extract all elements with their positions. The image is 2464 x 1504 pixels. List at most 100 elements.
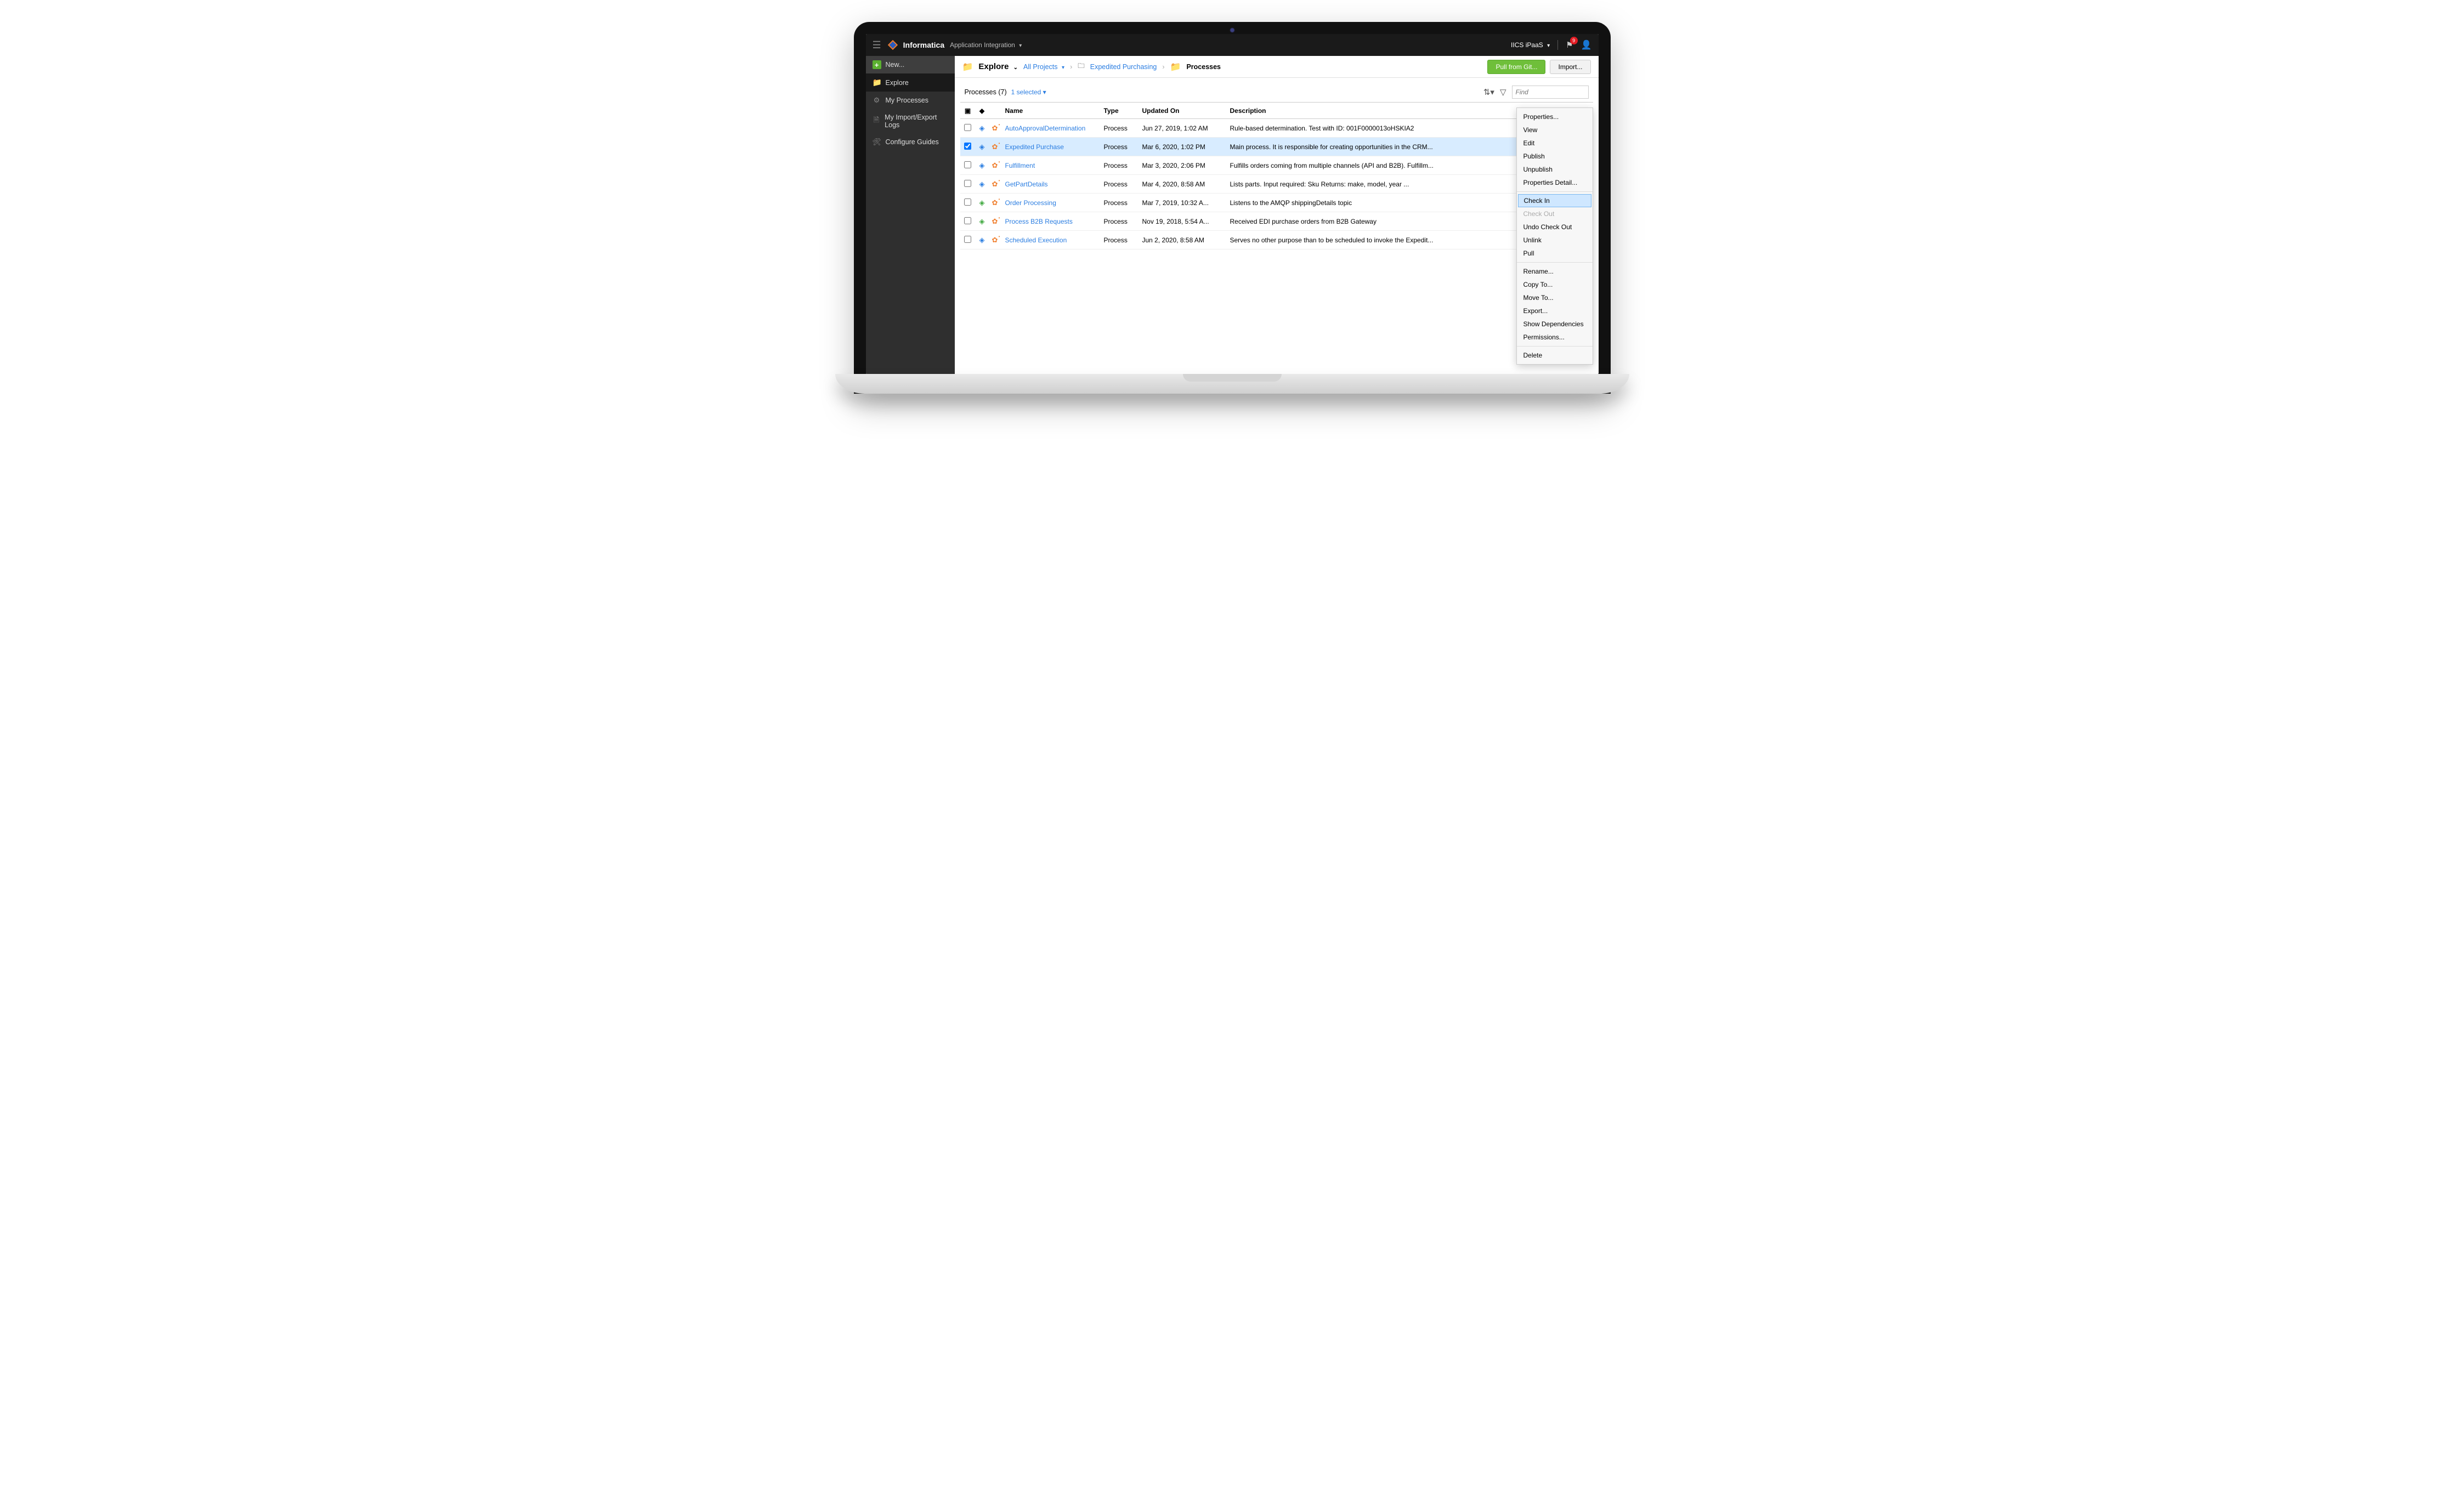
chevron-down-icon: ▾	[1547, 43, 1550, 49]
context-menu-item[interactable]: Move To...	[1517, 291, 1593, 304]
breadcrumb-dropdown[interactable]: All Projects ▾	[1023, 63, 1064, 71]
find-input[interactable]	[1512, 86, 1589, 99]
notifications-icon[interactable]: ⚑ 9	[1566, 40, 1573, 50]
sidebar-item-import-export-logs[interactable]: 🗎 My Import/Export Logs	[866, 109, 955, 133]
table-row[interactable]: ◈✿FulfillmentProcessMar 3, 2020, 2:06 PM…	[960, 156, 1593, 175]
chevron-down-icon: ▾	[1019, 43, 1022, 49]
sidebar-item-explore[interactable]: 📁 Explore	[866, 73, 955, 92]
row-description: Fulfills orders coming from multiple cha…	[1227, 162, 1538, 169]
table-row[interactable]: ◈✿Order ProcessingProcessMar 7, 2019, 10…	[960, 194, 1593, 212]
row-checkbox[interactable]	[964, 236, 971, 243]
import-button[interactable]: Import...	[1550, 60, 1590, 74]
row-name-link[interactable]: Process B2B Requests	[1005, 218, 1073, 225]
context-menu-item[interactable]: Edit	[1517, 137, 1593, 150]
filter-icon[interactable]: ▽	[1500, 87, 1506, 97]
context-menu-item[interactable]: Copy To...	[1517, 278, 1593, 291]
list-title: Processes (7)	[965, 88, 1007, 96]
topbar-right: IICS iPaaS ▾ ⚑ 9 👤	[1511, 39, 1591, 50]
status-icon: ◈	[979, 198, 985, 207]
main-panel: 📁 Explore ⌄ All Projects ▾ › 🗀 Expedited…	[955, 56, 1599, 374]
account-selector[interactable]: IICS iPaaS ▾	[1511, 41, 1550, 49]
status-icon: ◈	[979, 217, 985, 225]
row-name-link[interactable]: GetPartDetails	[1005, 180, 1048, 188]
row-name-link[interactable]: Fulfillment	[1005, 162, 1035, 169]
context-menu-item[interactable]: Permissions...	[1517, 331, 1593, 344]
content-area: Processes (7) 1 selected ▾ ⇅▾ ▽	[955, 78, 1599, 374]
folder-icon: 📁	[962, 61, 973, 72]
row-updated: Mar 7, 2019, 10:32 A...	[1139, 199, 1227, 207]
divider	[1557, 40, 1558, 50]
process-icon: ✿	[992, 124, 998, 132]
row-name-link[interactable]: Expedited Purchase	[1005, 143, 1064, 151]
selected-count-label: 1 selected	[1011, 88, 1041, 96]
row-checkbox[interactable]	[964, 161, 971, 168]
breadcrumb-current: Processes	[1186, 63, 1221, 71]
sort-icon[interactable]: ⇅▾	[1483, 87, 1494, 97]
table-row[interactable]: ◈✿Scheduled ExecutionProcessJun 2, 2020,…	[960, 231, 1593, 249]
notification-badge: 9	[1570, 37, 1578, 44]
table-body: ◈✿AutoApprovalDeterminationProcessJun 27…	[960, 119, 1593, 249]
column-type[interactable]: Type	[1101, 107, 1139, 115]
table-row[interactable]: ◈✿Expedited PurchaseProcessMar 6, 2020, …	[960, 138, 1593, 156]
row-checkbox[interactable]	[964, 217, 971, 224]
row-name-link[interactable]: Scheduled Execution	[1005, 236, 1067, 244]
document-icon: 🗎	[873, 115, 881, 127]
row-type: Process	[1101, 236, 1139, 244]
table-row[interactable]: ◈✿AutoApprovalDeterminationProcessJun 27…	[960, 119, 1593, 138]
sidebar: + New... 📁 Explore ⚙ My Processes 🗎 My I…	[866, 56, 955, 374]
row-name-link[interactable]: Order Processing	[1005, 199, 1056, 207]
row-updated: Mar 4, 2020, 8:58 AM	[1139, 180, 1227, 188]
sidebar-item-label: My Processes	[886, 97, 929, 104]
process-icon: ✿	[992, 236, 998, 244]
brand-logo-icon	[887, 39, 899, 51]
context-menu-item[interactable]: Pull	[1517, 247, 1593, 260]
table-row[interactable]: ◈✿Process B2B RequestsProcessNov 19, 201…	[960, 212, 1593, 231]
sidebar-item-new[interactable]: + New...	[866, 56, 955, 73]
row-type: Process	[1101, 218, 1139, 225]
user-icon[interactable]: 👤	[1581, 39, 1592, 50]
column-description[interactable]: Description	[1227, 107, 1538, 115]
sidebar-item-configure-guides[interactable]: 🛠 Configure Guides	[866, 133, 955, 151]
context-menu-item[interactable]: Unlink	[1517, 234, 1593, 247]
row-type: Process	[1101, 124, 1139, 132]
row-checkbox[interactable]	[964, 198, 971, 206]
folder-icon: 🗀	[1078, 61, 1085, 72]
column-status[interactable]: ◆	[976, 107, 989, 115]
hamburger-icon[interactable]: ☰	[873, 39, 881, 51]
breadcrumb-dropdown-label: All Projects	[1023, 63, 1058, 71]
row-description: Listens to the AMQP shippingDetails topi…	[1227, 199, 1538, 207]
breadcrumb-separator: ›	[1070, 63, 1072, 71]
context-menu-item[interactable]: Unpublish	[1517, 163, 1593, 176]
table-row[interactable]: ◈✿GetPartDetailsProcessMar 4, 2020, 8:58…	[960, 175, 1593, 194]
plus-icon: +	[873, 60, 881, 69]
context-menu-item[interactable]: Properties...	[1517, 110, 1593, 123]
column-updated[interactable]: Updated On	[1139, 107, 1227, 115]
context-menu-item[interactable]: Export...	[1517, 304, 1593, 317]
chevron-down-icon: ▾	[1062, 65, 1064, 71]
context-menu-item[interactable]: Show Dependencies	[1517, 317, 1593, 331]
laptop-frame: ☰ Informatica Application Integration ▾ …	[854, 22, 1611, 394]
product-name[interactable]: Application Integration ▾	[950, 41, 1022, 49]
row-description: Main process. It is responsible for crea…	[1227, 143, 1538, 151]
row-checkbox[interactable]	[964, 143, 971, 150]
breadcrumb-root[interactable]: Explore ⌄	[978, 62, 1018, 71]
selected-count[interactable]: 1 selected ▾	[1011, 88, 1046, 96]
row-checkbox[interactable]	[964, 180, 971, 187]
context-menu-item[interactable]: Publish	[1517, 150, 1593, 163]
select-all-checkbox[interactable]: ▣	[960, 107, 976, 115]
row-checkbox[interactable]	[964, 124, 971, 131]
pull-from-git-button[interactable]: Pull from Git...	[1487, 60, 1545, 74]
process-icon: ✿	[992, 161, 998, 169]
breadcrumb-folder-1[interactable]: Expedited Purchasing	[1090, 63, 1157, 71]
context-menu-item[interactable]: Properties Detail...	[1517, 176, 1593, 189]
sidebar-item-my-processes[interactable]: ⚙ My Processes	[866, 92, 955, 109]
row-name-link[interactable]: AutoApprovalDetermination	[1005, 124, 1086, 132]
column-name[interactable]: Name	[1002, 107, 1101, 115]
row-description: Received EDI purchase orders from B2B Ga…	[1227, 218, 1538, 225]
list-header: Processes (7) 1 selected ▾ ⇅▾ ▽	[955, 86, 1599, 102]
context-menu-item[interactable]: Rename...	[1517, 265, 1593, 278]
context-menu-item[interactable]: Delete	[1517, 349, 1593, 362]
context-menu-item[interactable]: View	[1517, 123, 1593, 137]
context-menu-item[interactable]: Check In	[1518, 194, 1591, 207]
context-menu-item[interactable]: Undo Check Out	[1517, 220, 1593, 234]
